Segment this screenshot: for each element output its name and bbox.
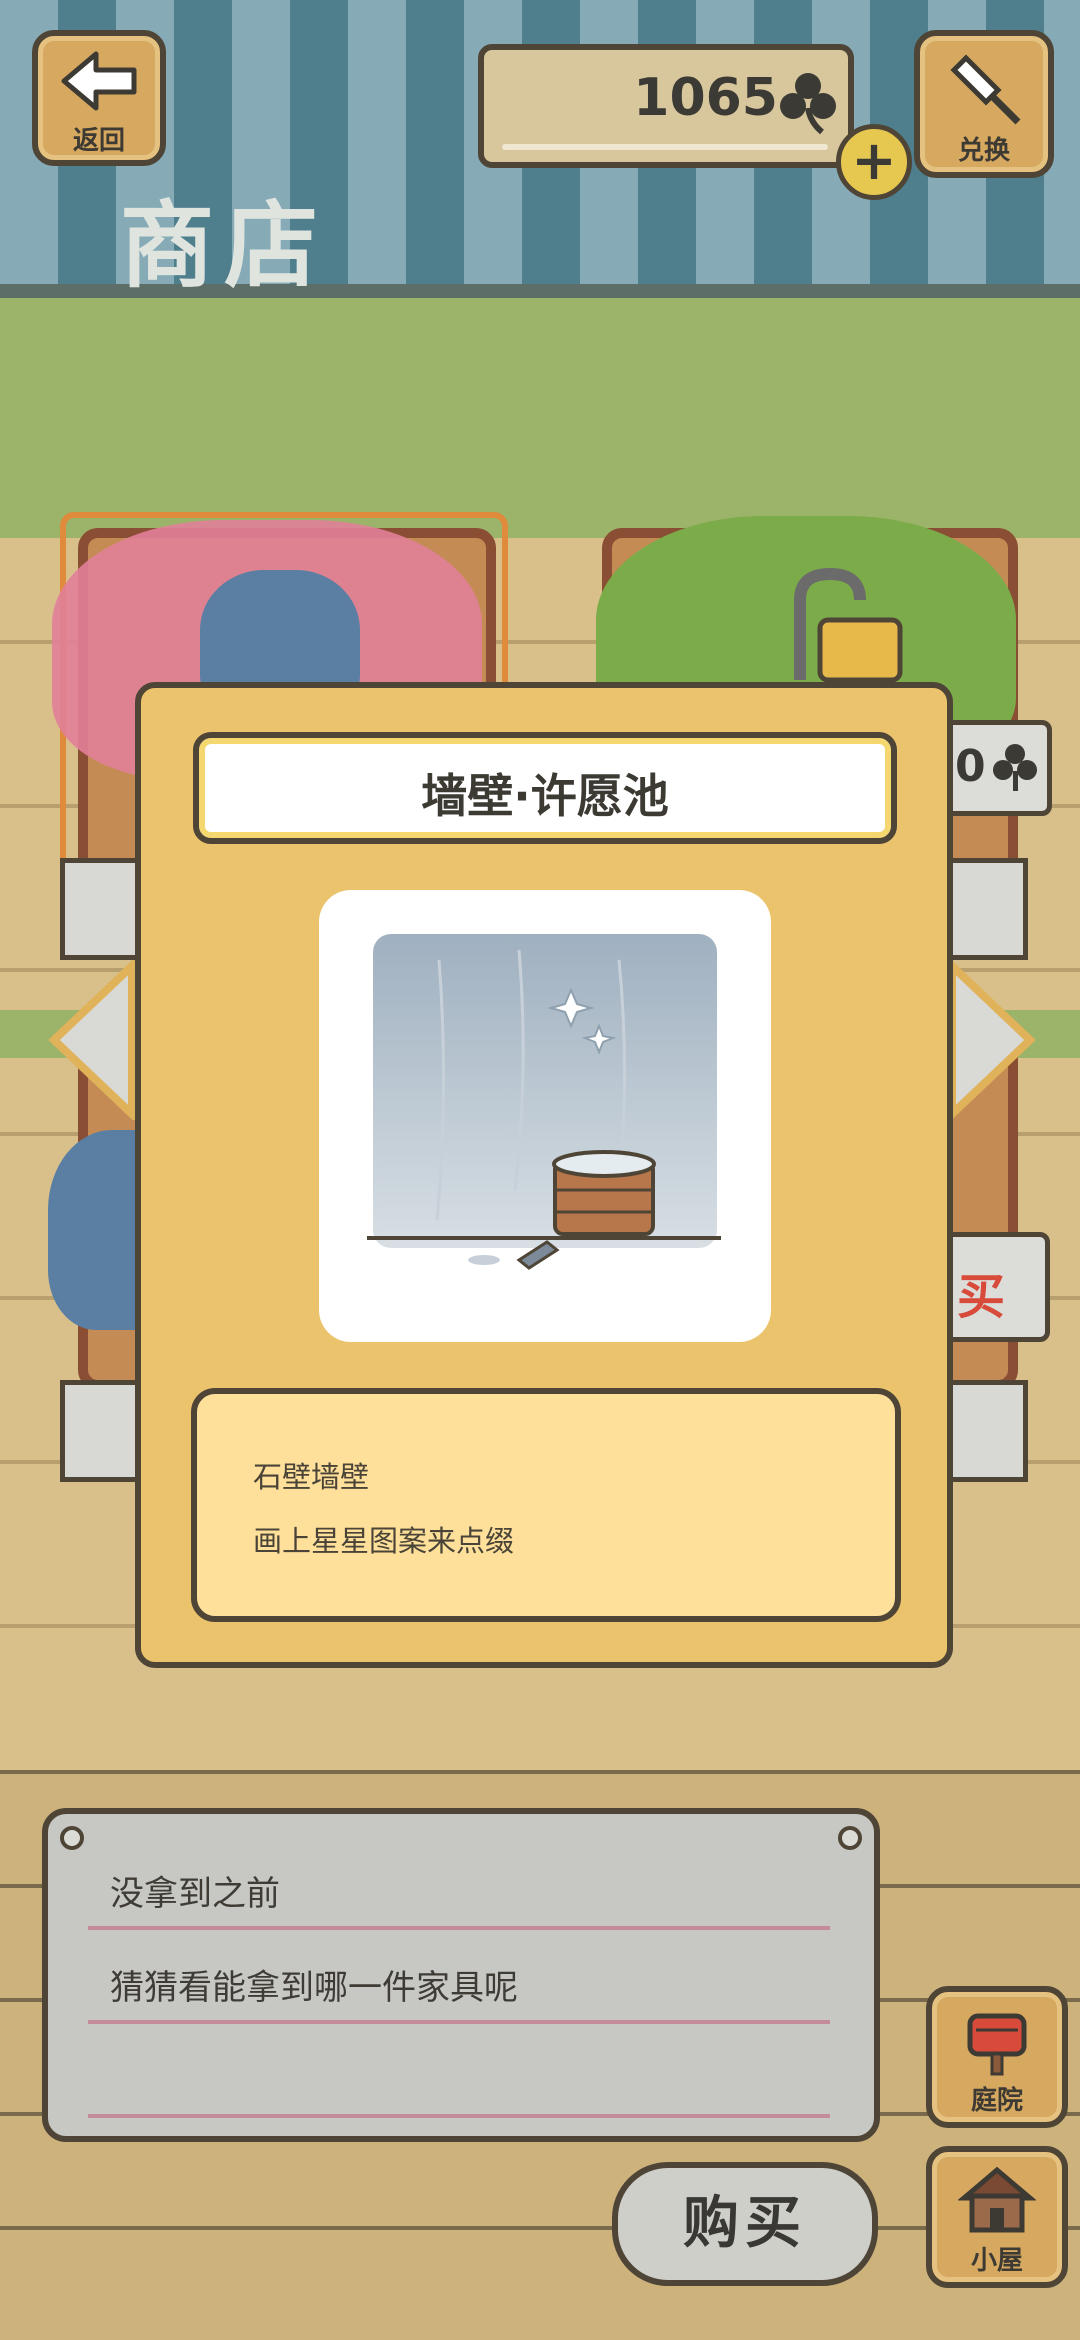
hint-line: 没拿到之前: [110, 1874, 280, 1914]
clover-count: 1065: [633, 68, 778, 128]
yard-label: 庭院: [970, 2086, 1023, 2116]
clover-counter: 1065: [478, 44, 854, 168]
item-title-box: 墙壁·许愿池: [193, 732, 897, 844]
yard-button[interactable]: 庭院: [926, 1986, 1068, 2128]
buy-tag-right[interactable]: 买: [940, 1232, 1050, 1342]
clover-icon: [993, 744, 1037, 791]
cabin-label: 小屋: [970, 2246, 1023, 2276]
clover-icon: [780, 73, 836, 134]
mailbox-icon: [967, 2013, 1027, 2076]
price-value: 0: [955, 741, 986, 792]
notice-rule: [88, 2020, 830, 2024]
item-title: 墙壁·许愿池: [421, 769, 669, 823]
back-button[interactable]: 返回: [32, 30, 166, 166]
item-detail-dialog: 墙壁·许愿池 石壁墙壁 画上星星图案来点缀: [135, 682, 953, 1668]
clover-bar-highlight: [502, 144, 828, 150]
house-icon: [958, 2166, 1036, 2233]
notice-rule: [88, 1926, 830, 1930]
umbrella-icon: [794, 567, 903, 683]
cabin-button[interactable]: 小屋: [926, 2146, 1068, 2288]
buy-button[interactable]: 购买: [612, 2162, 878, 2286]
hint-line: 猜猜看能拿到哪一件家具呢: [110, 1968, 518, 2008]
page-right-arrow-icon[interactable]: [946, 960, 1036, 1120]
add-clover-button[interactable]: +: [836, 124, 912, 200]
item-preview-card: [319, 890, 771, 1342]
page-left-arrow-icon[interactable]: [48, 960, 138, 1120]
item-description-line: 画上星星图案来点缀: [253, 1524, 515, 1558]
price-tag-right: 0: [940, 720, 1052, 816]
rivet: [838, 1826, 862, 1850]
back-label: 返回: [72, 126, 125, 156]
item-description-box: 石壁墙壁 画上星星图案来点缀: [191, 1388, 901, 1622]
exchange-button[interactable]: 兑换: [914, 30, 1054, 178]
rivet: [60, 1826, 84, 1850]
shop-title: 商店: [120, 192, 329, 301]
green-wall: [0, 298, 1080, 538]
bell-icon: [950, 54, 1021, 125]
arrow-left-icon: [61, 51, 137, 111]
exchange-label: 兑换: [957, 136, 1010, 166]
item-description-line: 石壁墙壁: [253, 1460, 370, 1494]
buy-tag-label: 买: [957, 1269, 1006, 1325]
wishing-well-wall-image: [367, 934, 721, 1270]
notice-rule: [88, 2114, 830, 2118]
hint-notice-board: 没拿到之前 猜猜看能拿到哪一件家具呢: [42, 1808, 880, 2142]
